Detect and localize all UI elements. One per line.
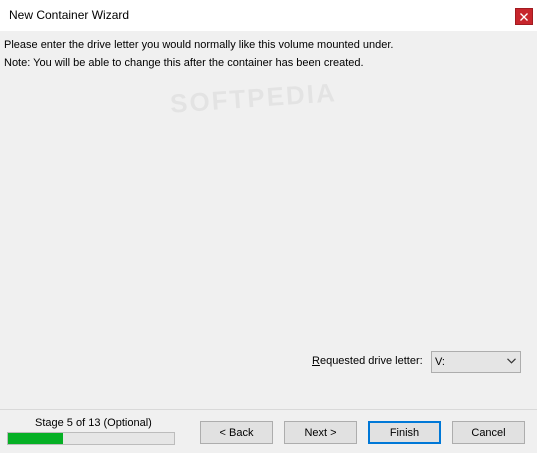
drive-letter-value: V: (435, 356, 445, 368)
finish-button[interactable]: Finish (368, 421, 441, 444)
drive-letter-label-accesskey: R (312, 355, 320, 367)
drive-letter-label-rest: equested drive letter: (319, 355, 423, 367)
window-title: New Container Wizard (9, 8, 130, 22)
cancel-button[interactable]: Cancel (452, 421, 525, 444)
stage-label: Stage 5 of 13 (Optional) (35, 417, 152, 429)
wizard-content: Please enter the drive letter you would … (0, 31, 537, 409)
drive-letter-select[interactable]: V: (431, 351, 521, 373)
footer-divider (0, 409, 537, 410)
note-text: Note: You will be able to change this af… (4, 57, 364, 69)
chevron-down-icon (507, 358, 516, 364)
next-button[interactable]: Next > (284, 421, 357, 444)
watermark: SOFTPEDIA (169, 77, 338, 119)
instruction-text: Please enter the drive letter you would … (4, 39, 394, 51)
stage-progress-bar (7, 432, 175, 445)
title-bar: New Container Wizard (0, 0, 537, 31)
drive-letter-label: Requested drive letter: (312, 355, 423, 367)
stage-progress-fill (8, 433, 63, 444)
wizard-window: New Container Wizard Please enter the dr… (0, 0, 537, 453)
wizard-footer: Stage 5 of 13 (Optional) < Back Next > F… (0, 409, 537, 453)
close-icon (520, 12, 528, 21)
close-button[interactable] (515, 8, 533, 25)
back-button[interactable]: < Back (200, 421, 273, 444)
